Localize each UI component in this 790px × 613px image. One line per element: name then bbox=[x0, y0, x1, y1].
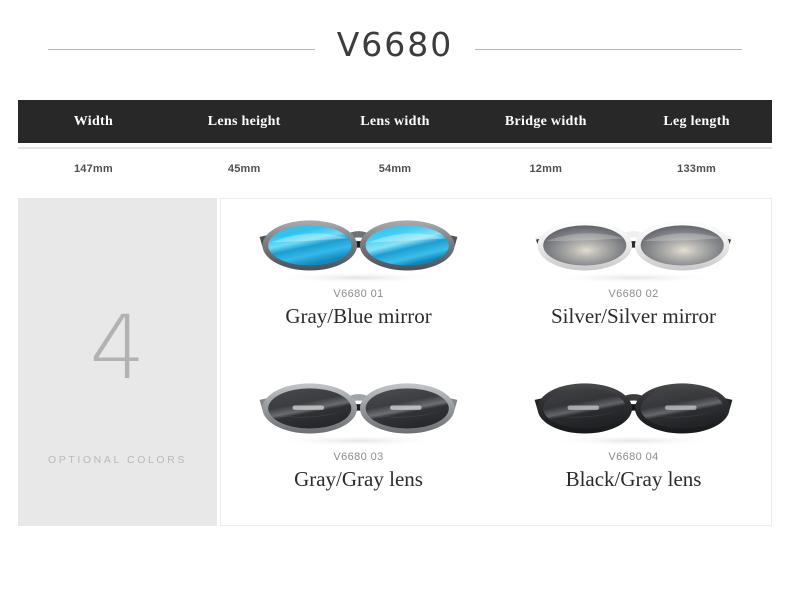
title-rule-left bbox=[47, 48, 315, 50]
spec-header-lens-height: Lens height bbox=[207, 113, 281, 129]
title-rule-right bbox=[475, 48, 743, 50]
spec-value-leg-length: 133mm bbox=[677, 163, 717, 175]
page-title: V6680 bbox=[336, 24, 454, 64]
color-variant-name: Silver/Silver mirror bbox=[550, 304, 717, 328]
spec-value-lens-height: 45mm bbox=[227, 163, 261, 175]
color-variant-name: Gray/Blue mirror bbox=[285, 304, 432, 328]
color-variant-sku: V6680 01 bbox=[333, 288, 384, 300]
color-variant-sku: V6680 02 bbox=[608, 288, 659, 300]
color-variant-02[interactable]: V6680 02 Silver/Silver mirror bbox=[496, 199, 771, 362]
optional-colors-count: 4 bbox=[89, 296, 146, 399]
spec-value-bridge-width: 12mm bbox=[529, 163, 563, 175]
spec-table-value-row: 147mm 45mm 54mm 12mm 133mm bbox=[18, 149, 772, 189]
spec-header-lens-width: Lens width bbox=[360, 113, 430, 129]
color-variant-name: Gray/Gray lens bbox=[294, 467, 423, 491]
sunglasses-icon bbox=[534, 383, 733, 447]
colors-section: 4 OPTIONAL COLORS V6680 01 Gray/Blue mir… bbox=[18, 198, 772, 526]
color-variant-sku: V6680 04 bbox=[608, 451, 659, 463]
sunglasses-icon bbox=[259, 220, 458, 284]
page-header: V6680 bbox=[0, 0, 790, 88]
specifications-table: Width Lens height Lens width Bridge widt… bbox=[18, 100, 772, 189]
color-variant-03[interactable]: V6680 03 Gray/Gray lens bbox=[221, 362, 496, 525]
sunglasses-icon bbox=[259, 383, 458, 447]
sunglasses-icon bbox=[534, 220, 733, 284]
spec-value-width: 147mm bbox=[73, 163, 113, 175]
color-variant-sku: V6680 03 bbox=[333, 451, 384, 463]
optional-colors-label: OPTIONAL COLORS bbox=[48, 454, 187, 466]
spec-header-width: Width bbox=[73, 113, 114, 129]
color-variant-01[interactable]: V6680 01 Gray/Blue mirror bbox=[221, 199, 496, 362]
optional-colors-panel: 4 OPTIONAL COLORS bbox=[18, 198, 217, 526]
spec-table-header-row: Width Lens height Lens width Bridge widt… bbox=[18, 100, 772, 143]
spec-value-lens-width: 54mm bbox=[378, 163, 412, 175]
spec-header-bridge-width: Bridge width bbox=[504, 113, 587, 129]
spec-header-leg-length: Leg length bbox=[663, 113, 730, 129]
color-variant-name: Black/Gray lens bbox=[565, 467, 702, 491]
color-variants-grid: V6680 01 Gray/Blue mirror V6680 02 Silve… bbox=[220, 198, 772, 526]
color-variant-04[interactable]: V6680 04 Black/Gray lens bbox=[496, 362, 771, 525]
